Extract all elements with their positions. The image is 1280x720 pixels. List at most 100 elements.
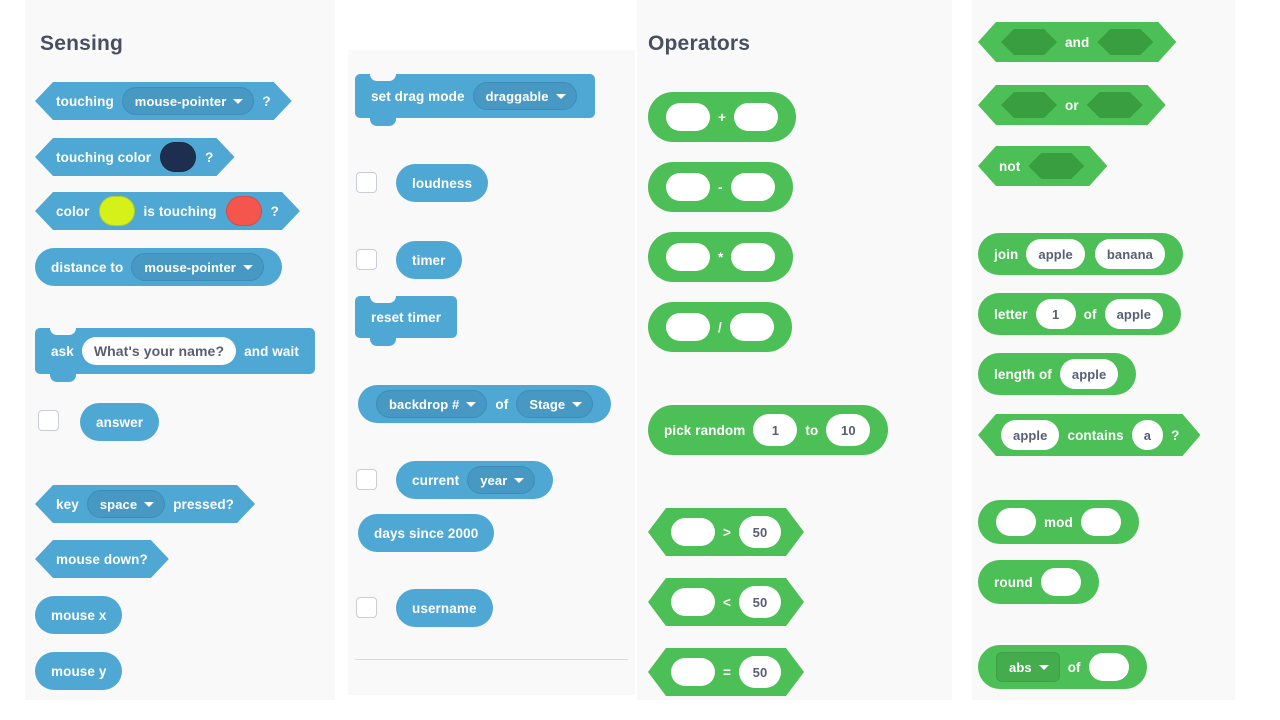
block-timer[interactable]: timer [396, 241, 462, 279]
palette-divider [355, 659, 628, 660]
block-mouse-x[interactable]: mouse x [35, 596, 123, 634]
block-equals[interactable]: = 50 [648, 648, 804, 696]
block-greater-than[interactable]: > 50 [648, 508, 804, 556]
subtract-operand-1[interactable] [666, 173, 710, 201]
block-pick-random[interactable]: pick random 1 to 10 [648, 405, 889, 455]
block-join[interactable]: join apple banana [978, 233, 1183, 275]
block-round[interactable]: round [978, 560, 1099, 604]
divide-operand-2[interactable] [729, 313, 774, 341]
color-swatch-red[interactable] [226, 196, 262, 226]
checkbox-username[interactable] [356, 597, 377, 618]
block-touching-object[interactable]: touching mouse-pointer ? [35, 82, 292, 120]
block-mod[interactable]: mod [978, 500, 1139, 544]
attribute-dropdown[interactable]: backdrop # [376, 390, 488, 418]
equals-operand-2[interactable]: 50 [739, 656, 781, 688]
key-dropdown[interactable]: space [87, 490, 165, 518]
add-operand-2[interactable] [733, 103, 778, 131]
block-key-pressed[interactable]: key space pressed? [35, 485, 255, 523]
multiply-operand-2[interactable] [731, 243, 776, 271]
distance-to-dropdown[interactable]: mouse-pointer [131, 253, 264, 281]
pick-random-from[interactable]: 1 [753, 414, 798, 446]
key-label: key [56, 496, 79, 512]
block-set-drag-mode[interactable]: set drag mode draggable [355, 73, 595, 126]
checkbox-current[interactable] [356, 469, 377, 490]
drag-mode-dropdown[interactable]: draggable [472, 82, 577, 110]
or-operand-1[interactable] [1001, 92, 1057, 118]
block-math-op[interactable]: abs of [978, 645, 1147, 689]
letter-text-input[interactable]: apple [1104, 299, 1164, 329]
join-label: join [994, 246, 1019, 262]
block-divide[interactable]: / [648, 302, 792, 352]
join-input-1[interactable]: apple [1026, 239, 1085, 269]
ask-label: ask [51, 343, 74, 359]
block-ask-and-wait[interactable]: ask What's your name? and wait [35, 327, 315, 382]
mouse-x-label: mouse x [51, 607, 107, 623]
and-operand-2[interactable] [1097, 29, 1153, 55]
block-subtract[interactable]: - [648, 162, 793, 212]
or-label: or [1065, 97, 1079, 113]
math-op-operand[interactable] [1088, 653, 1129, 681]
equals-operand-1[interactable] [671, 658, 715, 686]
and-operand-1[interactable] [1001, 29, 1057, 55]
multiply-operand-1[interactable] [666, 243, 710, 271]
round-operand[interactable] [1040, 568, 1081, 596]
math-op-dropdown[interactable]: abs [996, 652, 1060, 682]
join-input-2[interactable]: banana [1094, 239, 1165, 269]
checkbox-timer[interactable] [356, 249, 377, 270]
block-color-is-touching[interactable]: color is touching ? [35, 192, 300, 230]
target-dropdown[interactable]: Stage [516, 390, 594, 418]
block-touching-color[interactable]: touching color ? [35, 138, 235, 176]
block-answer[interactable]: answer [80, 403, 160, 441]
pick-random-to[interactable]: 10 [826, 414, 871, 446]
mod-operand-1[interactable] [996, 508, 1036, 536]
color-swatch-lime[interactable] [99, 196, 135, 226]
letter-index-input[interactable]: 1 [1035, 299, 1076, 329]
block-current-time[interactable]: current year [396, 461, 554, 499]
or-operand-2[interactable] [1087, 92, 1143, 118]
current-unit-dropdown[interactable]: year [467, 466, 536, 494]
block-mouse-down[interactable]: mouse down? [35, 540, 169, 578]
block-or[interactable]: or [978, 85, 1166, 125]
block-distance-to[interactable]: distance to mouse-pointer [35, 248, 282, 286]
chevron-down-icon [555, 93, 566, 99]
subtract-operand-2[interactable] [730, 173, 775, 201]
greater-operand-2[interactable]: 50 [739, 516, 781, 548]
block-mouse-y[interactable]: mouse y [35, 652, 123, 690]
contains-suffix: ? [1171, 427, 1180, 443]
checkbox-loudness[interactable] [356, 172, 377, 193]
block-not[interactable]: not [978, 146, 1107, 186]
touching-color-suffix: ? [205, 149, 214, 165]
block-letter-of[interactable]: letter 1 of apple [978, 293, 1182, 335]
mod-operand-2[interactable] [1080, 508, 1121, 536]
length-text-input[interactable]: apple [1059, 359, 1119, 389]
ask-text-input[interactable]: What's your name? [81, 337, 237, 365]
less-symbol: < [723, 594, 731, 610]
sensing-category-title: Sensing [40, 32, 124, 55]
chevron-down-icon [572, 401, 583, 407]
contains-needle-input[interactable]: a [1132, 420, 1163, 450]
block-add[interactable]: + [648, 92, 796, 142]
not-operand[interactable] [1028, 153, 1084, 179]
add-operand-1[interactable] [666, 103, 710, 131]
block-length-of[interactable]: length of apple [978, 353, 1137, 395]
touching-object-dropdown[interactable]: mouse-pointer [122, 87, 255, 115]
color-swatch-navy[interactable] [160, 142, 196, 172]
greater-operand-1[interactable] [671, 518, 715, 546]
block-reset-timer[interactable]: reset timer [355, 295, 458, 346]
block-contains[interactable]: apple contains a ? [978, 414, 1200, 456]
block-attribute-of[interactable]: backdrop # of Stage [358, 385, 612, 423]
block-loudness[interactable]: loudness [396, 164, 489, 202]
less-operand-2[interactable]: 50 [739, 586, 781, 618]
block-less-than[interactable]: < 50 [648, 578, 804, 626]
set-drag-mode-label: set drag mode [371, 88, 465, 104]
divide-operand-1[interactable] [666, 313, 710, 341]
block-username[interactable]: username [396, 589, 493, 627]
block-and[interactable]: and [978, 22, 1176, 62]
block-days-since-2000[interactable]: days since 2000 [358, 514, 495, 552]
less-operand-1[interactable] [671, 588, 715, 616]
is-touching-label: is touching [143, 203, 217, 219]
checkbox-answer[interactable] [38, 410, 59, 431]
block-multiply[interactable]: * [648, 232, 794, 282]
contains-haystack-input[interactable]: apple [1001, 420, 1059, 450]
reset-timer-label: reset timer [371, 309, 442, 325]
